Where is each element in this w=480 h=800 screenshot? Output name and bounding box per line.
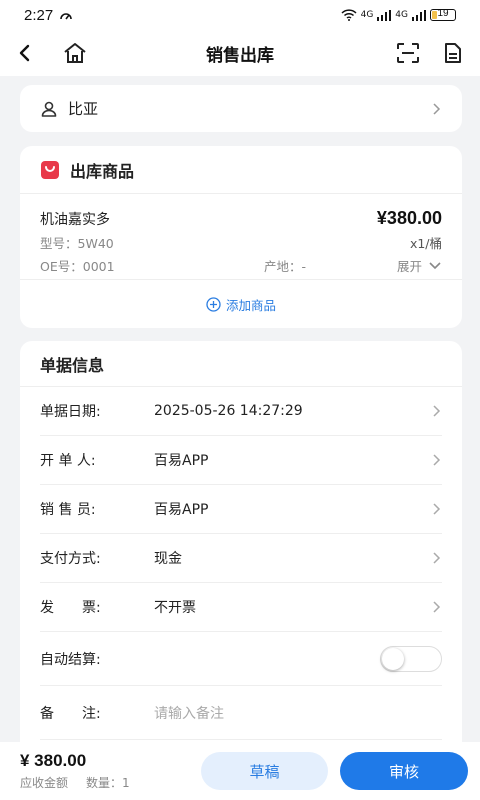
back-arrow-icon	[19, 44, 30, 62]
product-origin: 产地：-	[264, 259, 307, 274]
invoice-label: 发 票:	[40, 600, 101, 616]
speed-gauge-icon	[60, 13, 73, 20]
salesperson-row[interactable]: 销 售 员: 百易APP	[40, 485, 442, 534]
chevron-right-icon	[433, 503, 441, 515]
draft-button[interactable]: 草稿	[201, 752, 328, 790]
auto-settle-row: 自动结算:	[40, 632, 442, 686]
goods-section-title: 出库商品	[70, 161, 135, 181]
goods-section-header: 出库商品	[20, 146, 462, 194]
invoice-value: 不开票	[154, 600, 196, 616]
expand-label: 展开	[396, 259, 422, 274]
chevron-right-icon	[433, 454, 441, 466]
add-product-label: 添加商品	[225, 297, 276, 313]
status-time: 2:27	[24, 6, 54, 24]
chevron-down-icon	[429, 261, 441, 269]
product-oe: OE号：0001	[40, 259, 115, 274]
date-row[interactable]: 单据日期: 2025-05-26 14:27:29	[40, 387, 442, 436]
date-label: 单据日期:	[40, 404, 101, 420]
expand-button[interactable]: 展开	[397, 256, 442, 275]
home-icon	[64, 43, 86, 63]
remark-input[interactable]: 请输入备注	[154, 703, 224, 723]
remark-row[interactable]: 备 注: 请输入备注	[40, 686, 442, 740]
salesperson-label: 销 售 员:	[40, 502, 96, 518]
add-product-button[interactable]: 添加商品	[20, 280, 462, 328]
document-button[interactable]	[438, 38, 468, 68]
date-value: 2025-05-26 14:27:29	[154, 403, 303, 419]
chevron-right-icon	[433, 405, 441, 417]
nav-bar: 销售出库	[0, 30, 480, 76]
payment-method-value: 现金	[154, 551, 182, 567]
network-label-2: 4G	[395, 10, 408, 20]
wifi-icon	[341, 9, 357, 21]
toggle-knob	[382, 647, 404, 670]
home-button[interactable]	[60, 38, 90, 68]
customer-selector[interactable]: 比亚	[20, 85, 462, 132]
total-label: 应收金额	[20, 776, 69, 790]
creator-label: 开 单 人:	[40, 453, 96, 469]
creator-value: 百易APP	[154, 453, 209, 469]
document-icon	[445, 43, 461, 63]
payment-method-label: 支付方式:	[40, 551, 101, 567]
scan-button[interactable]	[393, 38, 423, 68]
invoice-row[interactable]: 发 票: 不开票	[40, 583, 442, 632]
item-count: 数量：1	[86, 776, 130, 790]
signal-icon	[412, 9, 426, 21]
remark-label: 备 注:	[40, 705, 101, 722]
list-item[interactable]: 机油嘉实多 ¥380.00 型号：5W40 x1/桶 OE号：0001 产地：-…	[20, 194, 462, 280]
goods-section: 出库商品 机油嘉实多 ¥380.00 型号：5W40 x1/桶 OE号：0001…	[20, 146, 462, 328]
signal-icon	[377, 9, 392, 21]
chevron-right-icon	[433, 552, 441, 564]
chevron-right-icon	[433, 102, 441, 115]
chevron-right-icon	[433, 601, 441, 613]
plus-circle-icon	[206, 296, 221, 312]
document-info-section: 单据信息 单据日期: 2025-05-26 14:27:29 开 单 人: 百易…	[20, 341, 462, 761]
shopping-bag-icon	[41, 160, 59, 179]
creator-row[interactable]: 开 单 人: 百易APP	[40, 436, 442, 485]
salesperson-value: 百易APP	[154, 502, 209, 518]
customer-name: 比亚	[68, 100, 99, 118]
back-button[interactable]	[10, 38, 40, 68]
status-bar: 2:27 4G 4G 19	[0, 0, 480, 30]
battery-icon: 19	[430, 8, 456, 21]
product-price: ¥380.00	[376, 208, 442, 228]
total-amount: ¥ 380.00	[20, 751, 87, 770]
document-info-title: 单据信息	[20, 341, 462, 387]
auto-settle-label: 自动结算:	[40, 651, 101, 668]
product-name: 机油嘉实多	[40, 212, 110, 228]
user-icon	[41, 101, 57, 117]
battery-level: 19	[437, 8, 449, 19]
product-quantity: x1/桶	[409, 236, 442, 251]
payment-method-row[interactable]: 支付方式: 现金	[40, 534, 442, 583]
scan-icon	[397, 43, 419, 63]
auto-settle-toggle[interactable]	[380, 645, 442, 672]
audit-button[interactable]: 审核	[340, 752, 468, 790]
network-label-1: 4G	[360, 10, 374, 20]
product-model: 型号：5W40	[40, 236, 114, 251]
